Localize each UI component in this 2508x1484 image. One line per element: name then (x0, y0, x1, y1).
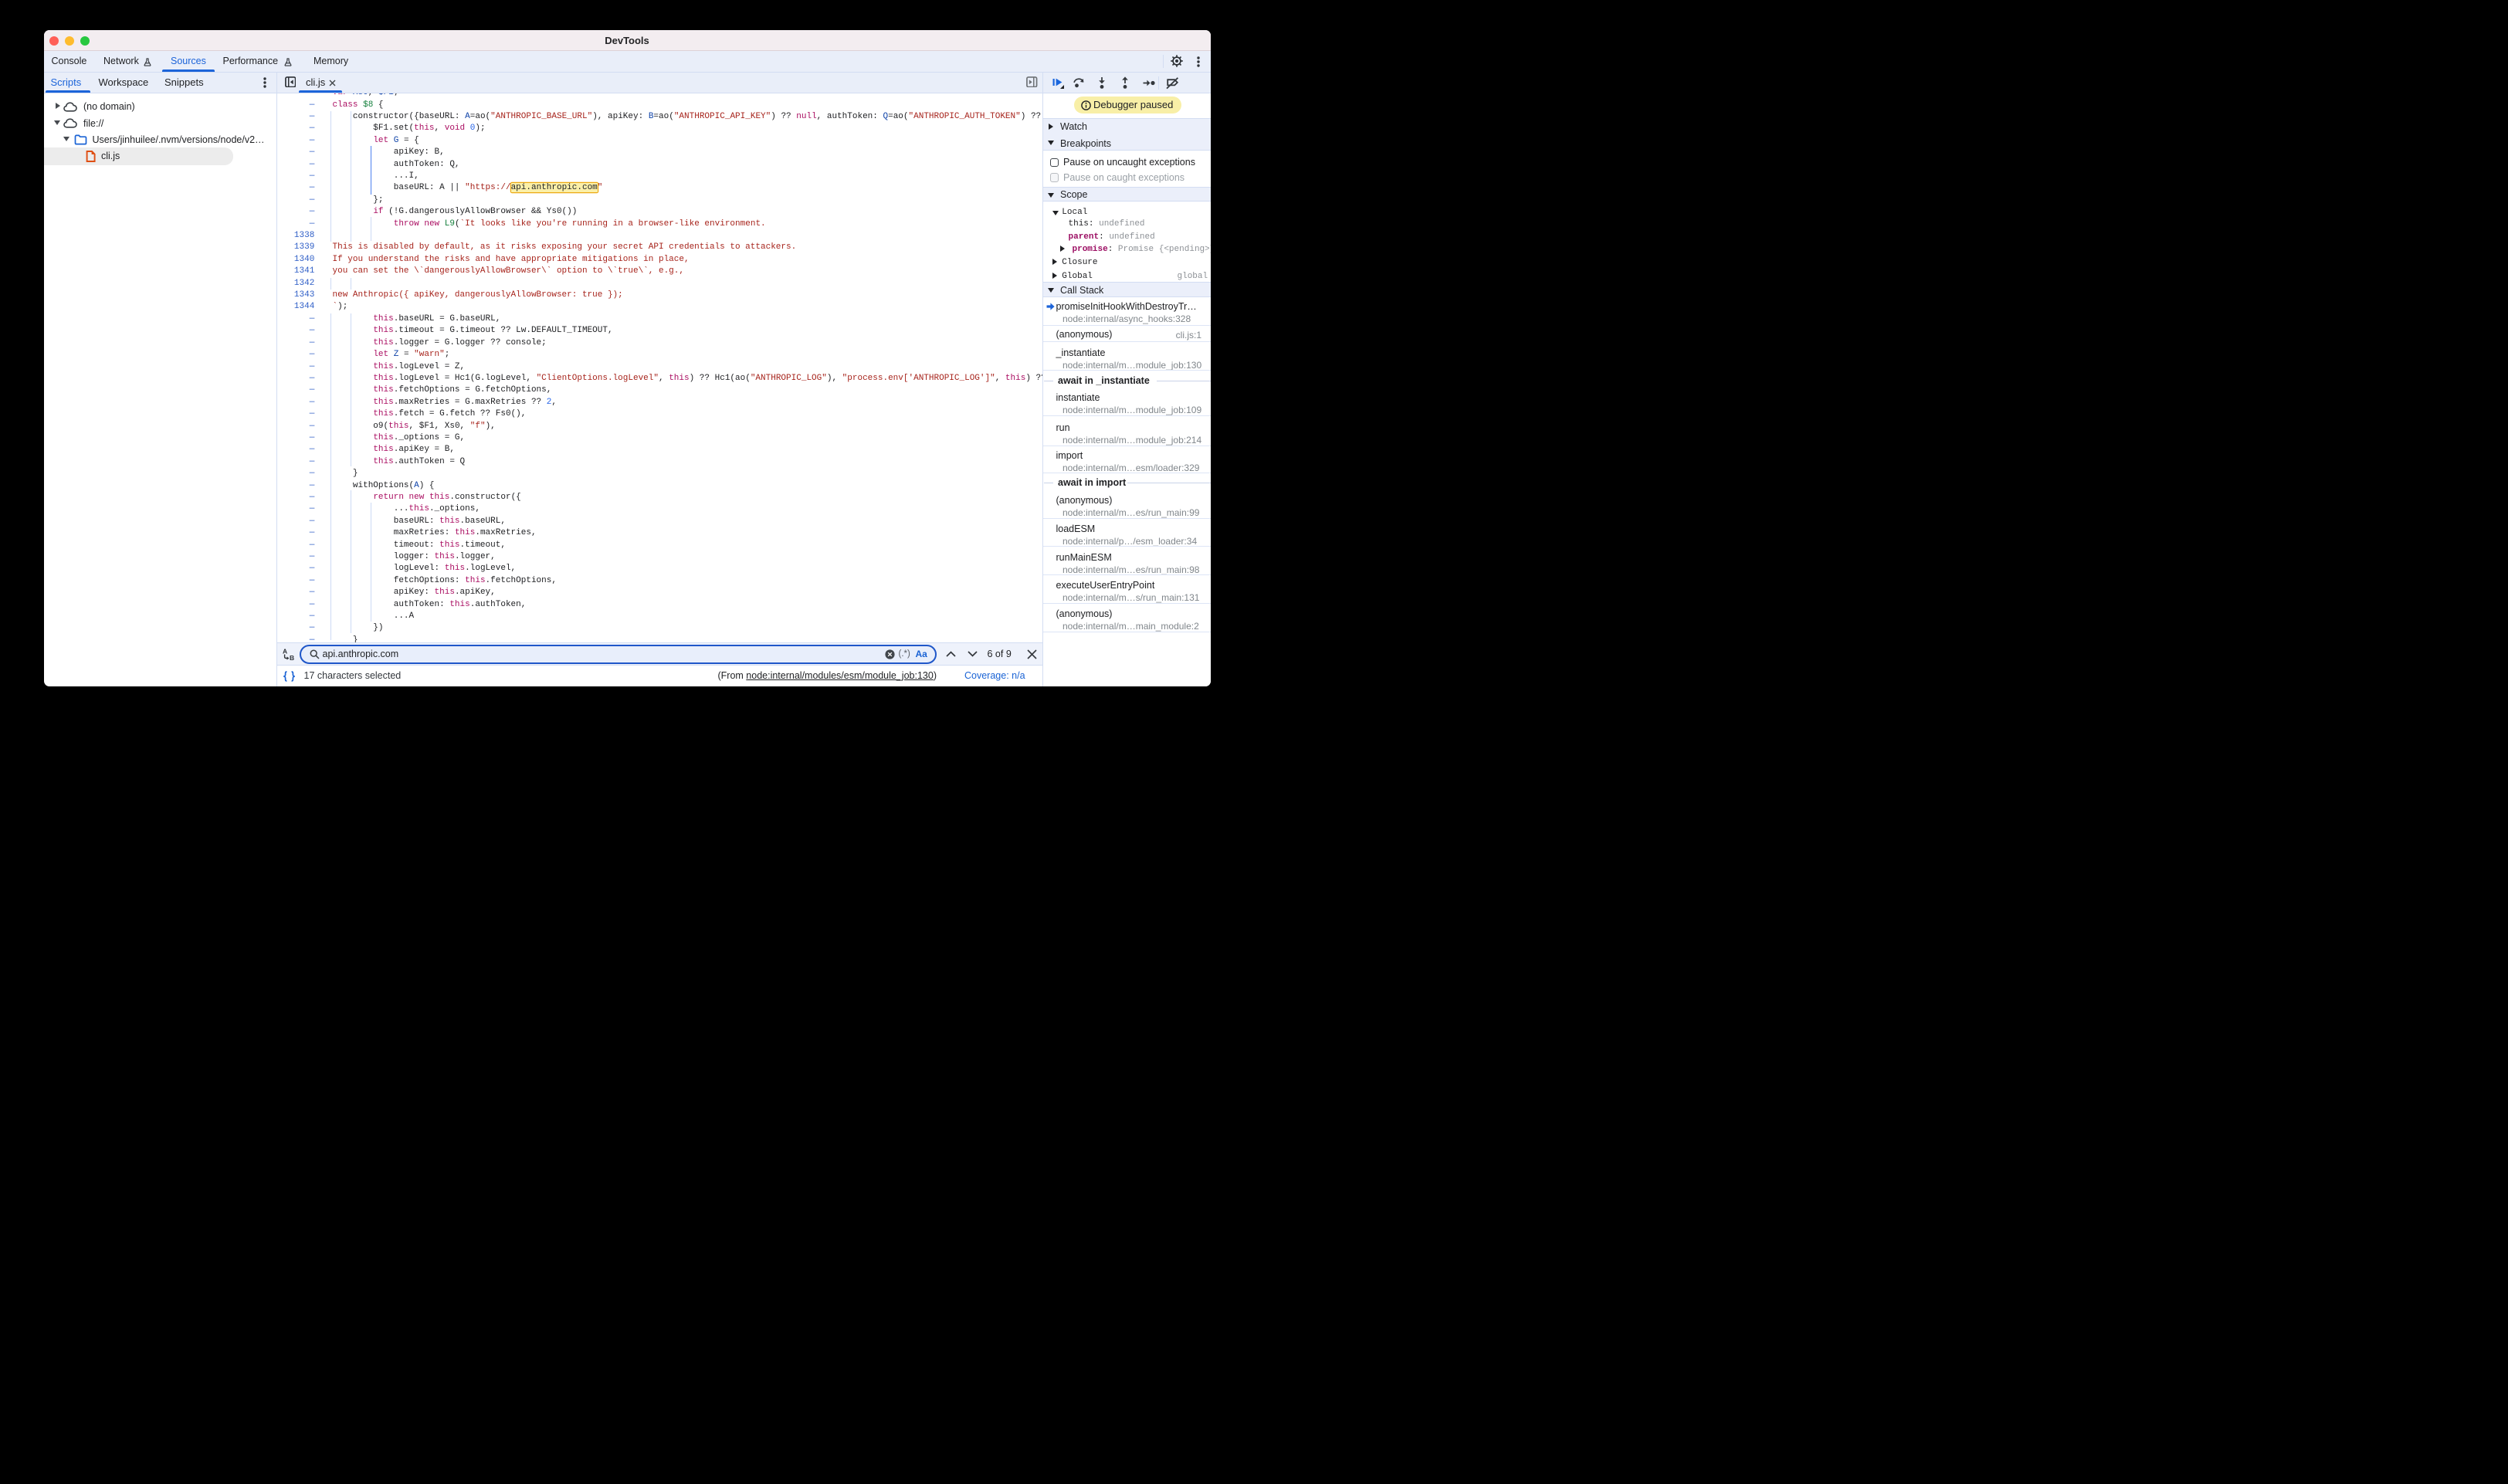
svg-text:A: A (283, 648, 287, 656)
svg-text:B: B (290, 654, 294, 661)
